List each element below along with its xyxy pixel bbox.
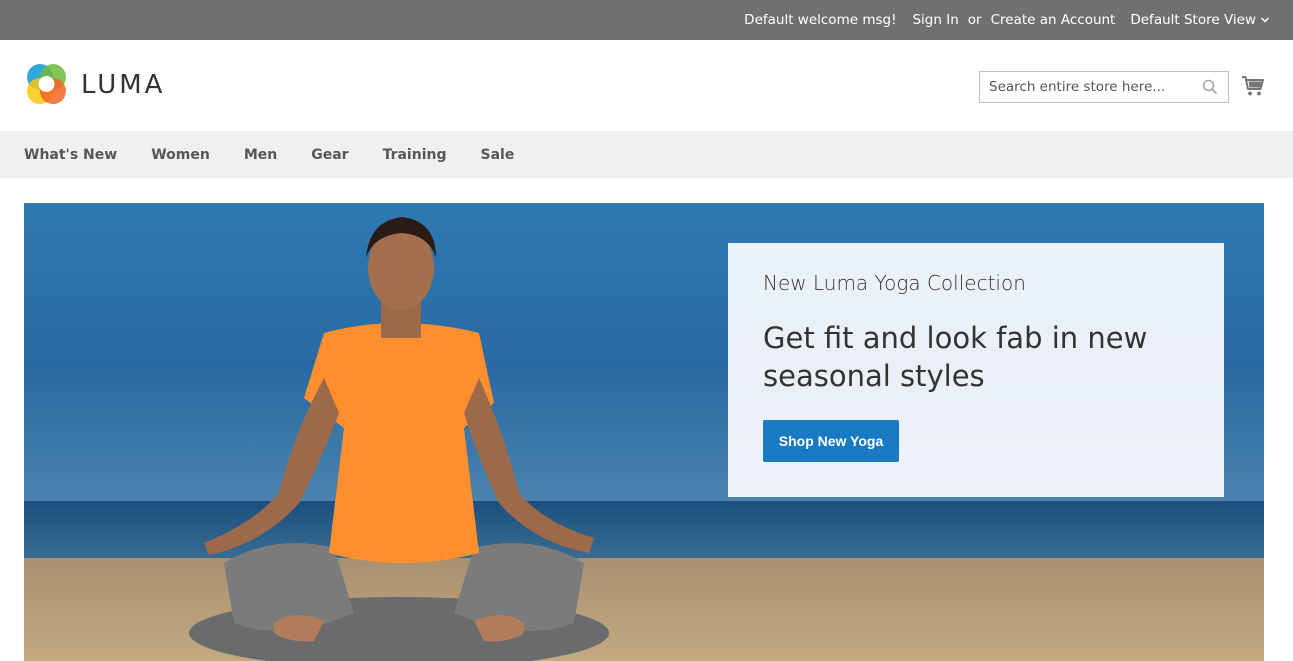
create-account-link[interactable]: Create an Account	[991, 12, 1116, 28]
header-links: Default welcome msg! Sign In or Create a…	[744, 0, 1270, 40]
welcome-message: Default welcome msg!	[744, 12, 897, 28]
or-separator: or	[967, 12, 982, 28]
promo-title: Get fit and look fab in new seasonal sty…	[763, 321, 1148, 393]
nav-item-men[interactable]: Men	[244, 147, 277, 163]
search-input[interactable]	[980, 72, 1198, 102]
nav-item-whats-new[interactable]: What's New	[24, 147, 117, 163]
hero-banner[interactable]: New Luma Yoga Collection Get fit and loo…	[24, 203, 1264, 661]
logo-text: LUMA	[81, 69, 166, 100]
nav-item-sale[interactable]: Sale	[480, 147, 514, 163]
search-icon[interactable]	[1202, 79, 1218, 95]
store-logo[interactable]: LUMA	[24, 62, 165, 107]
nav-item-gear[interactable]: Gear	[311, 147, 348, 163]
top-utility-bar: Default welcome msg! Sign In or Create a…	[0, 0, 1293, 40]
cart-icon[interactable]	[1241, 74, 1265, 98]
promo-subtitle: New Luma Yoga Collection	[763, 271, 1026, 295]
nav-item-training[interactable]: Training	[383, 147, 447, 163]
main-navigation: What's New Women Men Gear Training Sale	[0, 131, 1293, 178]
store-view-label: Default Store View	[1130, 12, 1256, 28]
promo-panel: New Luma Yoga Collection Get fit and loo…	[728, 243, 1224, 497]
search-box	[979, 71, 1229, 103]
sign-in-link[interactable]: Sign In	[912, 12, 958, 28]
shop-new-yoga-button[interactable]: Shop New Yoga	[763, 420, 899, 462]
store-view-switcher[interactable]: Default Store View	[1130, 12, 1270, 28]
luma-logo-icon	[27, 64, 66, 104]
chevron-down-icon	[1260, 17, 1270, 23]
nav-item-women[interactable]: Women	[151, 147, 210, 163]
site-header: LUMA	[0, 40, 1293, 131]
